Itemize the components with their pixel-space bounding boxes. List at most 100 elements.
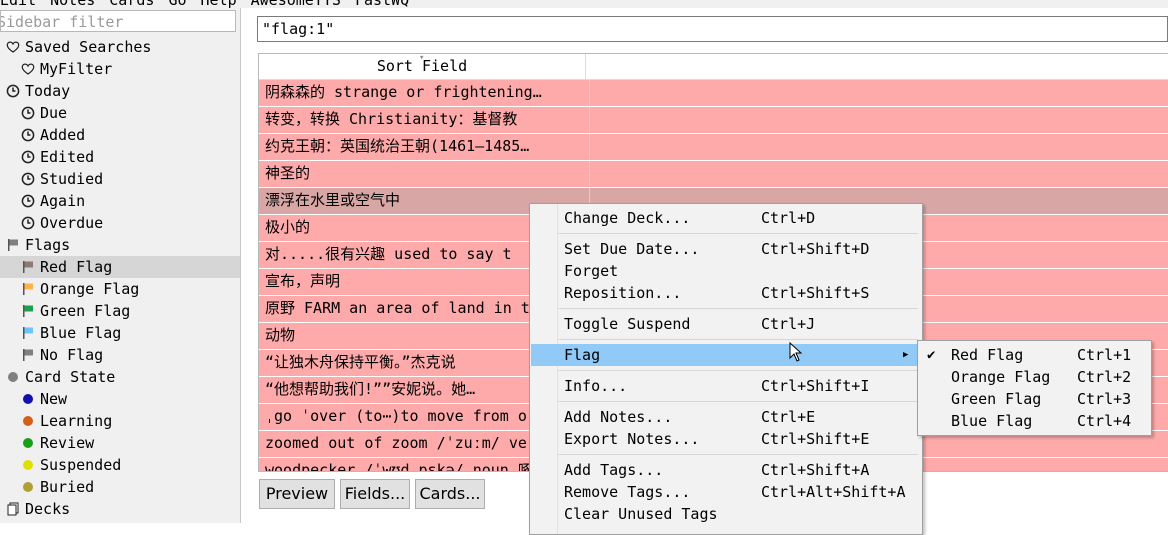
heart-icon bbox=[20, 61, 36, 77]
dot-icon bbox=[20, 413, 36, 429]
flag-icon bbox=[20, 259, 36, 275]
sidebar-item-label: Decks bbox=[25, 500, 71, 518]
clock-icon bbox=[20, 149, 36, 165]
menu-item-reposition[interactable]: Reposition... Ctrl+Shift+S bbox=[531, 282, 921, 304]
menu-item-export-notes[interactable]: Export Notes... Ctrl+Shift+E bbox=[531, 428, 921, 450]
column-header-sort-field[interactable]: ▾ Sort Field bbox=[259, 54, 586, 79]
sidebar-item-saved-searches[interactable]: Saved Searches bbox=[0, 36, 240, 58]
submenu-item-orange-flag[interactable]: Orange Flag Ctrl+2 bbox=[919, 366, 1150, 388]
sidebar-item-label: Red Flag bbox=[40, 258, 113, 276]
sidebar-item-due[interactable]: Due bbox=[0, 102, 240, 124]
menu-item-clear-unused-tags[interactable]: Clear Unused Tags bbox=[531, 503, 921, 525]
submenu-item-blue-flag[interactable]: Blue Flag Ctrl+4 bbox=[919, 410, 1150, 432]
sidebar-item-label: Today bbox=[25, 82, 71, 100]
flag-icon bbox=[20, 281, 36, 297]
sidebar-item-studied[interactable]: Studied bbox=[0, 168, 240, 190]
sidebar-item-label: New bbox=[40, 390, 68, 408]
sidebar-tree: Saved Searches MyFilter Today Due Added Edite… bbox=[0, 36, 240, 520]
sidebar-item-learning[interactable]: Learning bbox=[0, 410, 240, 432]
sort-field-cell: 神圣的 bbox=[259, 161, 590, 186]
sort-field-cell: 转变，转换 Christianity：基督教 bbox=[259, 107, 590, 132]
dot-icon bbox=[5, 369, 21, 385]
sidebar-item-label: Orange Flag bbox=[40, 280, 140, 298]
sidebar-item-label: Due bbox=[40, 104, 68, 122]
clock-icon bbox=[20, 215, 36, 231]
menu-awesometts[interactable]: AwesomeTTS bbox=[251, 0, 341, 9]
sidebar-item-again[interactable]: Again bbox=[0, 190, 240, 212]
menu-item-set-due-date[interactable]: Set Due Date... Ctrl+Shift+D bbox=[531, 238, 921, 260]
table-row[interactable]: 阴森森的 strange or frightening… bbox=[259, 80, 1168, 107]
menu-separator bbox=[558, 233, 918, 234]
sort-field-cell: 约克王朝：英国统治王朝(1461—1485… bbox=[259, 134, 590, 159]
sidebar-item-green-flag[interactable]: Green Flag bbox=[0, 300, 240, 322]
menu-item-remove-tags[interactable]: Remove Tags... Ctrl+Alt+Shift+A bbox=[531, 481, 921, 503]
table-row[interactable]: 约克王朝：英国统治王朝(1461—1485… bbox=[259, 134, 1168, 161]
sidebar-item-myfilter[interactable]: MyFilter bbox=[0, 58, 240, 80]
table-row[interactable]: 神圣的 bbox=[259, 161, 1168, 188]
decks-icon bbox=[5, 501, 21, 517]
sidebar-item-label: Green Flag bbox=[40, 302, 131, 320]
sidebar-item-label: Saved Searches bbox=[25, 38, 152, 56]
sidebar-item-label: Review bbox=[40, 434, 95, 452]
dot-icon bbox=[20, 435, 36, 451]
dot-icon bbox=[20, 391, 36, 407]
sidebar-item-label: Again bbox=[40, 192, 86, 210]
dot-icon bbox=[20, 457, 36, 473]
menu-item-flag[interactable]: Flag ▶ bbox=[531, 344, 921, 366]
sidebar-item-label: Added bbox=[40, 126, 86, 144]
empty-cell bbox=[586, 134, 1168, 159]
menu-separator bbox=[558, 401, 918, 402]
sidebar: Sidebar filter Saved Searches MyFilter Tod… bbox=[0, 8, 241, 523]
menu-fastwq[interactable]: FastWQ bbox=[355, 0, 409, 9]
menu-item-change-deck[interactable]: Change Deck... Ctrl+D bbox=[531, 207, 921, 229]
sidebar-item-edited[interactable]: Edited bbox=[0, 146, 240, 168]
clock-icon bbox=[20, 171, 36, 187]
sidebar-item-today[interactable]: Today bbox=[0, 80, 240, 102]
sidebar-item-flags[interactable]: Flags bbox=[0, 234, 240, 256]
sort-indicator-icon: ▾ bbox=[419, 53, 425, 63]
menubar: Edit Notes Cards Go Help AwesomeTTS FastWQ bbox=[0, 0, 1168, 8]
preview-button[interactable]: Preview bbox=[259, 479, 335, 509]
checkmark-icon: ✔ bbox=[927, 347, 936, 363]
search-input[interactable]: "flag:1" bbox=[257, 16, 1168, 42]
sidebar-filter-input[interactable]: Sidebar filter bbox=[0, 10, 236, 32]
clock-icon bbox=[20, 193, 36, 209]
sidebar-item-label: Card State bbox=[25, 368, 116, 386]
menu-item-add-notes[interactable]: Add Notes... Ctrl+E bbox=[531, 406, 921, 428]
clock-icon bbox=[20, 127, 36, 143]
sidebar-item-label: Buried bbox=[40, 478, 95, 496]
menu-item-toggle-suspend[interactable]: Toggle Suspend Ctrl+J bbox=[531, 313, 921, 335]
menu-separator bbox=[558, 308, 918, 309]
mouse-cursor-icon bbox=[789, 342, 803, 362]
sidebar-item-buried[interactable]: Buried bbox=[0, 476, 240, 498]
sidebar-item-review[interactable]: Review bbox=[0, 432, 240, 454]
empty-cell bbox=[586, 107, 1168, 132]
sidebar-item-new[interactable]: New bbox=[0, 388, 240, 410]
sidebar-item-overdue[interactable]: Overdue bbox=[0, 212, 240, 234]
sidebar-item-label: Flags bbox=[25, 236, 71, 254]
sidebar-item-decks[interactable]: Decks bbox=[0, 498, 240, 520]
sort-field-cell: 阴森森的 strange or frightening… bbox=[259, 80, 590, 105]
clock-icon bbox=[20, 105, 36, 121]
sidebar-item-blue-flag[interactable]: Blue Flag bbox=[0, 322, 240, 344]
sidebar-item-card-state[interactable]: Card State bbox=[0, 366, 240, 388]
submenu-item-red-flag[interactable]: ✔ Red Flag Ctrl+1 bbox=[919, 344, 1150, 366]
sidebar-item-label: Edited bbox=[40, 148, 95, 166]
flag-icon bbox=[20, 325, 36, 341]
sidebar-item-no-flag[interactable]: No Flag bbox=[0, 344, 240, 366]
menu-item-add-tags[interactable]: Add Tags... Ctrl+Shift+A bbox=[531, 459, 921, 481]
sidebar-item-label: No Flag bbox=[40, 346, 104, 364]
flag-icon bbox=[5, 237, 21, 253]
fields-button[interactable]: Fields... bbox=[340, 479, 410, 509]
submenu-item-green-flag[interactable]: Green Flag Ctrl+3 bbox=[919, 388, 1150, 410]
table-row[interactable]: 转变，转换 Christianity：基督教 bbox=[259, 107, 1168, 134]
sidebar-item-suspended[interactable]: Suspended bbox=[0, 454, 240, 476]
sidebar-item-orange-flag[interactable]: Orange Flag bbox=[0, 278, 240, 300]
sidebar-item-red-flag[interactable]: Red Flag bbox=[0, 256, 240, 278]
menu-separator bbox=[558, 454, 918, 455]
cards-button[interactable]: Cards... bbox=[415, 479, 485, 509]
sidebar-item-added[interactable]: Added bbox=[0, 124, 240, 146]
submenu-arrow-icon: ▶ bbox=[903, 350, 909, 360]
menu-item-info[interactable]: Info... Ctrl+Shift+I bbox=[531, 375, 921, 397]
menu-item-forget[interactable]: Forget bbox=[531, 260, 921, 282]
